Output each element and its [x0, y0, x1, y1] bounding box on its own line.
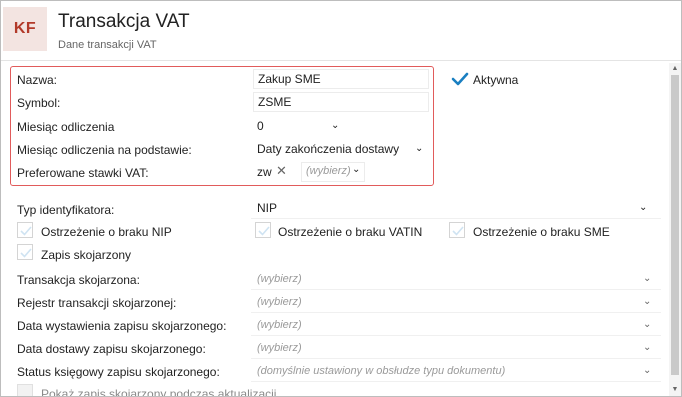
typ-identyfikatora-label: Typ identyfikatora: — [17, 203, 115, 217]
checkmark-icon — [20, 248, 32, 258]
chevron-down-icon[interactable]: ⌄ — [352, 164, 360, 175]
pokaz-zapis-checkbox[interactable] — [17, 384, 33, 396]
checkmark-icon — [451, 72, 469, 86]
stawki-vat-placeholder: (wybierz) — [306, 165, 351, 177]
stawki-vat-picker[interactable]: (wybierz) ⌄ — [301, 162, 365, 182]
miesiac-podstawa-value: Daty zakończenia dostawy — [257, 142, 400, 156]
symbol-label: Symbol: — [17, 96, 61, 110]
chevron-down-icon[interactable]: ⌄ — [643, 296, 651, 307]
nazwa-label: Nazwa: — [17, 73, 58, 87]
stawki-vat-label: Preferowane stawki VAT: — [17, 166, 149, 180]
typ-identyfikatora-value: NIP — [257, 201, 278, 215]
miesiac-podstawa-select[interactable]: Daty zakończenia dostawy — [255, 139, 425, 159]
data-wystawienia-label: Data wystawienia zapisu skojarzonego: — [17, 319, 227, 333]
page-subtitle: Dane transakcji VAT — [58, 39, 157, 51]
transakcja-skojarzona-label: Transakcja skojarzona: — [17, 273, 140, 287]
chevron-down-icon[interactable]: ⌄ — [639, 202, 647, 213]
miesiac-odliczenia-label: Miesiąc odliczenia — [17, 120, 115, 134]
data-dostawy-select[interactable]: (wybierz) ⌄ — [251, 338, 661, 359]
brak-nip-checkbox[interactable] — [17, 222, 33, 238]
page-title: Transakcja VAT — [58, 11, 190, 32]
zapis-skojarzony-checkbox[interactable] — [17, 244, 33, 260]
checkmark-icon — [452, 226, 464, 236]
scroll-down-icon[interactable]: ▼ — [669, 384, 681, 396]
brak-vatin-checkbox[interactable] — [255, 222, 271, 238]
rejestr-placeholder: (wybierz) — [257, 296, 302, 308]
miesiac-odliczenia-value: 0 — [257, 119, 264, 133]
transakcja-skojarzona-placeholder: (wybierz) — [257, 273, 302, 285]
checkmark-icon — [258, 226, 270, 236]
window: KF Transakcja VAT Dane transakcji VAT ▲ … — [0, 0, 682, 397]
brak-vatin-label: Ostrzeżenie o braku VATIN — [278, 225, 423, 239]
transakcja-skojarzona-select[interactable]: (wybierz) ⌄ — [251, 269, 661, 290]
header: KF Transakcja VAT Dane transakcji VAT — [1, 1, 681, 61]
miesiac-podstawa-label: Miesiąc odliczenia na podstawie: — [17, 143, 192, 157]
stawki-vat-tag: zw — [257, 165, 272, 179]
brak-nip-label: Ostrzeżenie o braku NIP — [41, 225, 172, 239]
aktywna-label: Aktywna — [473, 73, 519, 87]
checkmark-icon — [20, 226, 32, 236]
data-dostawy-placeholder: (wybierz) — [257, 342, 302, 354]
remove-tag-icon[interactable]: ✕ — [276, 163, 287, 179]
app-logo: KF — [3, 7, 47, 51]
rejestr-label: Rejestr transakcji skojarzonej: — [17, 296, 177, 310]
aktywna-checkbox[interactable] — [451, 71, 469, 87]
data-dostawy-label: Data dostawy zapisu skojarzonego: — [17, 342, 206, 356]
data-wystawienia-placeholder: (wybierz) — [257, 319, 302, 331]
chevron-down-icon[interactable]: ⌄ — [331, 120, 339, 131]
chevron-down-icon[interactable]: ⌄ — [643, 273, 651, 284]
pokaz-zapis-label: Pokaż zapis skojarzony podczas aktualiza… — [41, 387, 277, 397]
status-ksiegowy-label: Status księgowy zapisu skojarzonego: — [17, 365, 220, 379]
brak-sme-label: Ostrzeżenie o braku SME — [473, 225, 610, 239]
rejestr-select[interactable]: (wybierz) ⌄ — [251, 292, 661, 313]
status-ksiegowy-select[interactable]: (domyślnie ustawiony w obsłudze typu dok… — [251, 361, 661, 382]
scroll-up-icon[interactable]: ▲ — [669, 63, 681, 75]
data-wystawienia-select[interactable]: (wybierz) ⌄ — [251, 315, 661, 336]
symbol-input[interactable]: ZSME — [253, 92, 429, 112]
chevron-down-icon[interactable]: ⌄ — [643, 342, 651, 353]
chevron-down-icon[interactable]: ⌄ — [643, 365, 651, 376]
scrollbar-thumb[interactable] — [671, 75, 679, 375]
zapis-skojarzony-label: Zapis skojarzony — [41, 248, 132, 262]
nazwa-input[interactable]: Zakup SME — [253, 69, 429, 89]
brak-sme-checkbox[interactable] — [449, 222, 465, 238]
chevron-down-icon[interactable]: ⌄ — [415, 143, 423, 154]
typ-identyfikatora-select[interactable]: NIP ⌄ — [251, 198, 661, 219]
chevron-down-icon[interactable]: ⌄ — [643, 319, 651, 330]
status-ksiegowy-placeholder: (domyślnie ustawiony w obsłudze typu dok… — [257, 365, 506, 377]
